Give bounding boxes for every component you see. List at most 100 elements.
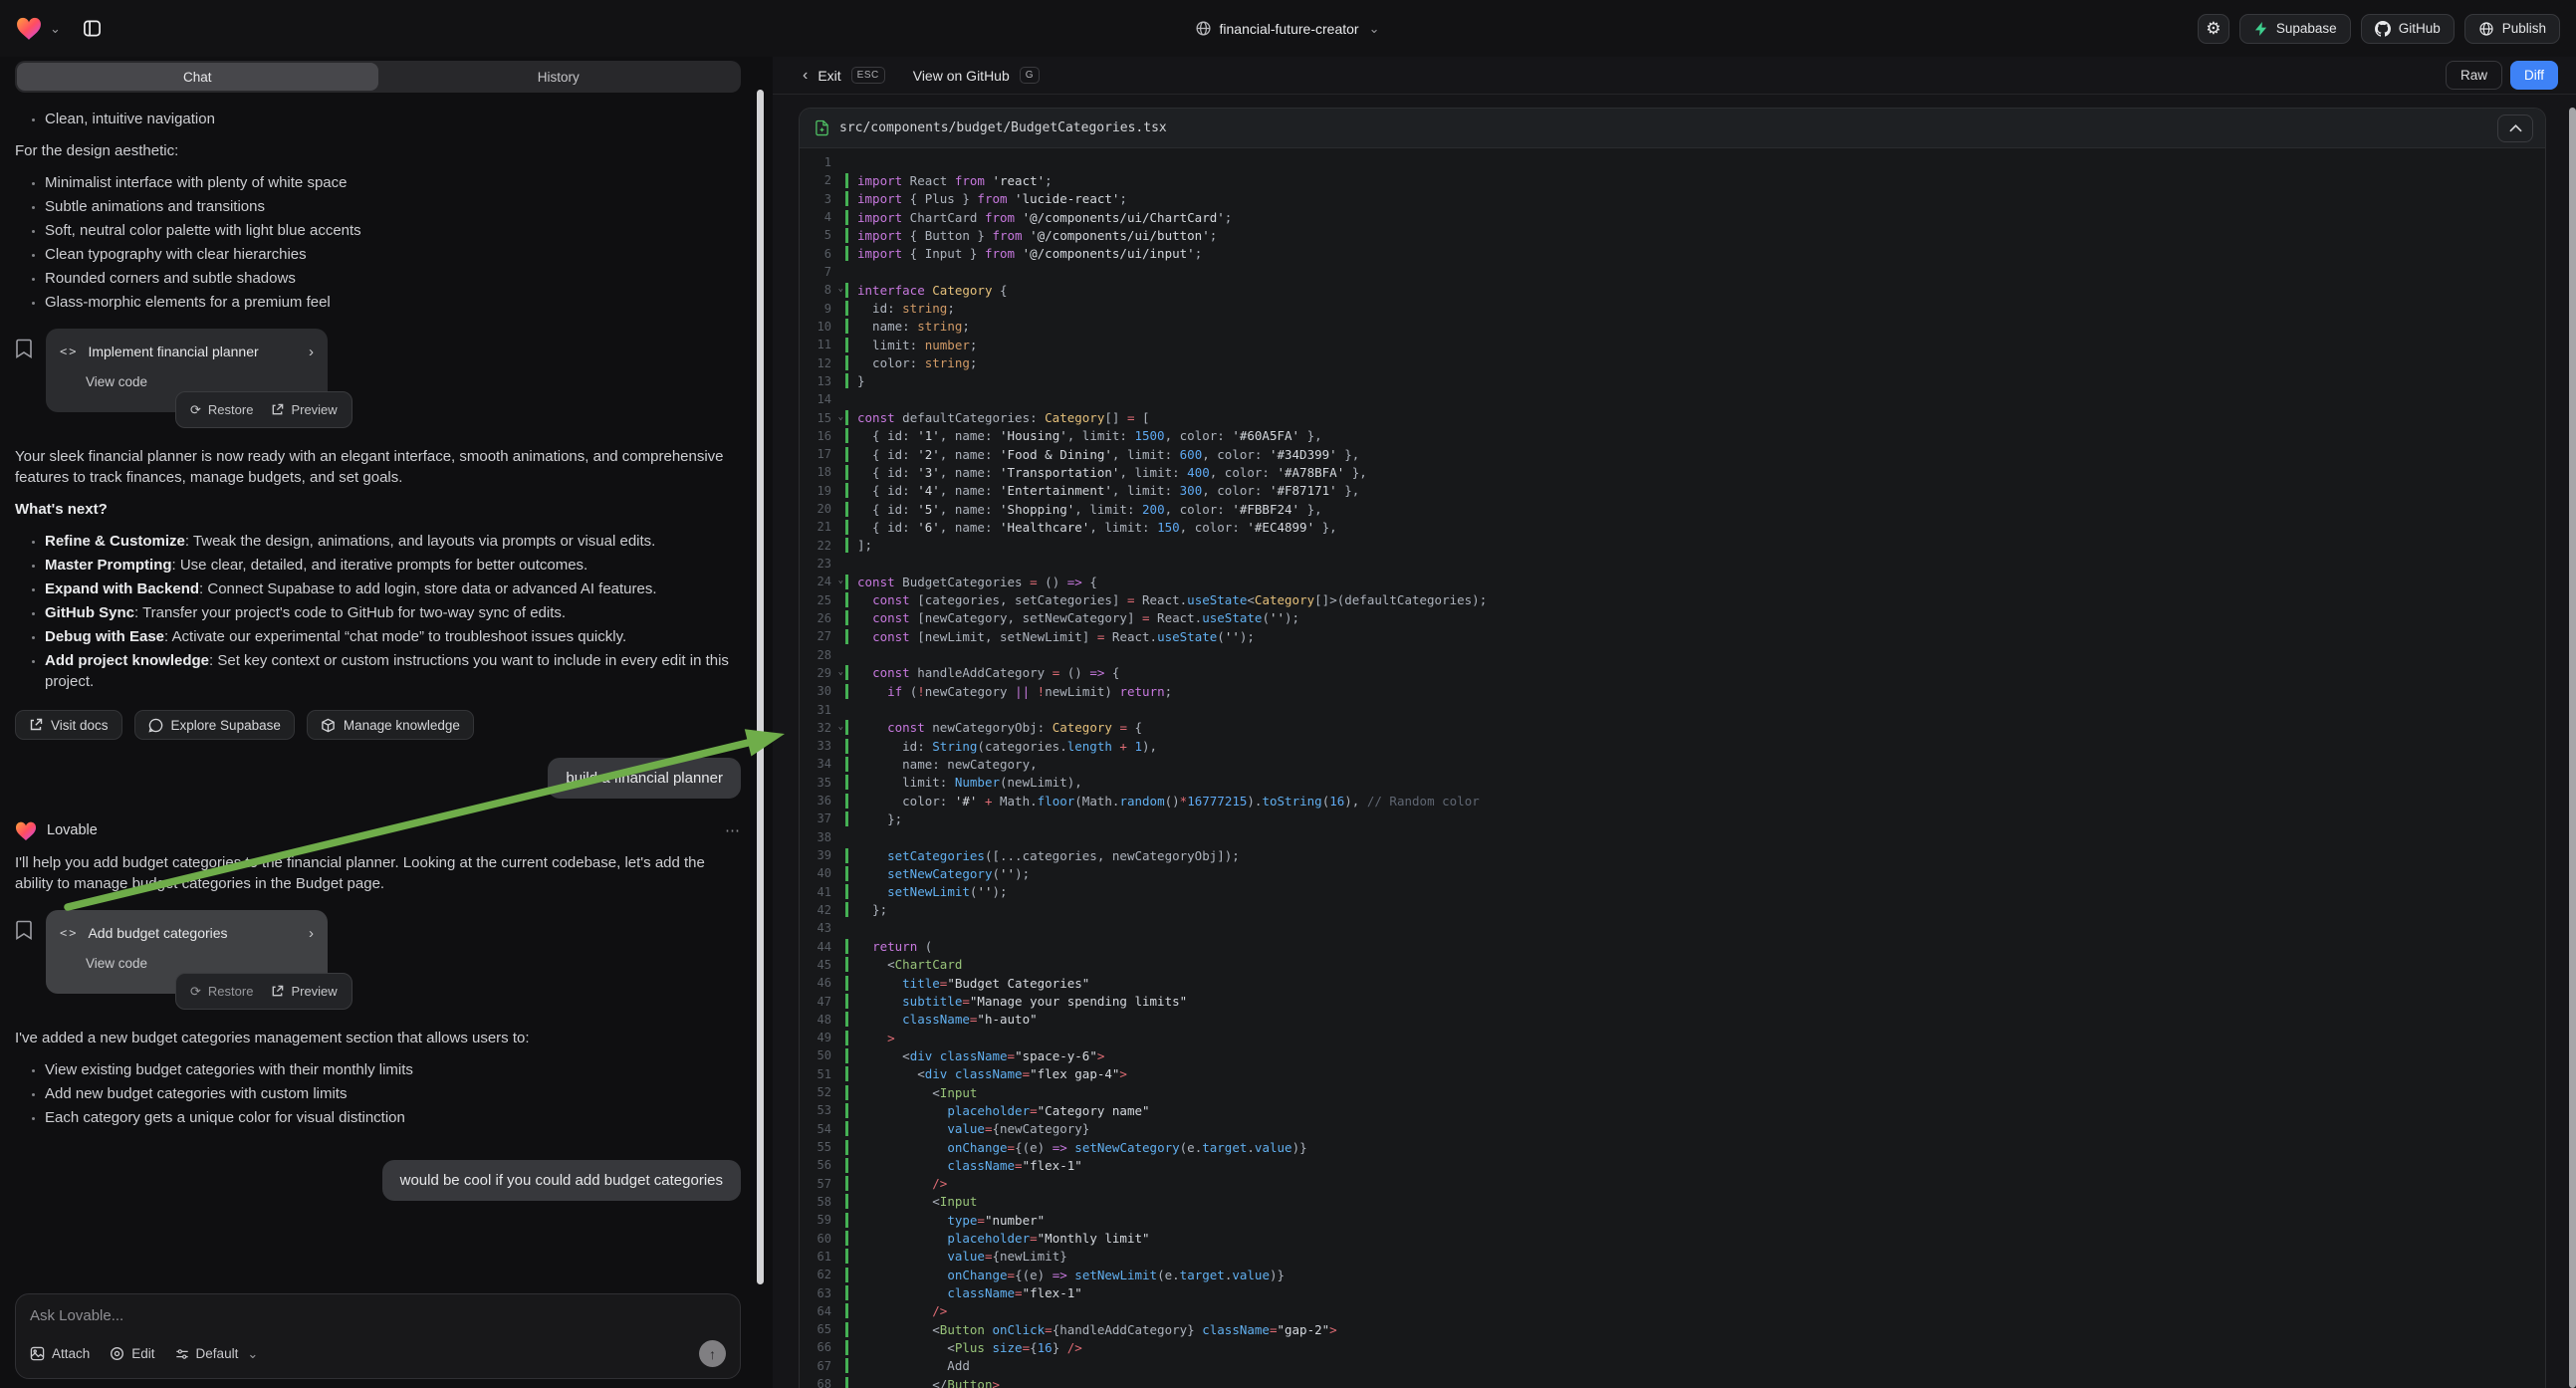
github-button[interactable]: GitHub [2361, 14, 2455, 44]
code-line-content: const [newLimit, setNewLimit] = React.us… [845, 629, 2545, 644]
lovable-logo-icon[interactable] [16, 17, 42, 41]
globe-icon [1195, 20, 1212, 37]
github-label: GitHub [2399, 21, 2441, 36]
list-item: Subtle animations and transitions [45, 196, 741, 217]
version-card-add-budget-categories[interactable]: <> Add budget categories › View code ⟳ R… [46, 910, 328, 994]
code-lines[interactable]: 12import React from 'react';3import { Pl… [800, 148, 2545, 1388]
line-number: 52 [800, 1085, 845, 1099]
publish-button[interactable]: Publish [2464, 14, 2560, 44]
file-header[interactable]: src/components/budget/BudgetCategories.t… [800, 109, 2545, 148]
view-on-github-link[interactable]: View on GitHub [913, 68, 1010, 84]
restore-label: Restore [208, 981, 254, 1002]
code-line-content: const handleAddCategory = () => { [845, 665, 2545, 680]
edit-button[interactable]: Edit [110, 1346, 154, 1361]
panel-resize-handle[interactable] [757, 90, 764, 1284]
diff-file-card: src/components/budget/BudgetCategories.t… [799, 108, 2546, 1388]
raw-diff-toggle: Raw Diff [2446, 61, 2558, 90]
code-line: 12 color: string; [800, 353, 2545, 371]
code-line-content: import { Button } from '@/components/ui/… [845, 228, 2545, 243]
code-line-content: Add [845, 1358, 2545, 1373]
line-number: 5 [800, 228, 845, 242]
line-number: 29⌄ [800, 666, 845, 680]
view-code-link[interactable]: View code [86, 953, 314, 974]
list-item: Soft, neutral color palette with light b… [45, 220, 741, 241]
explore-supabase-button[interactable]: Explore Supabase [134, 710, 295, 740]
line-number: 55 [800, 1140, 845, 1154]
raw-button[interactable]: Raw [2446, 61, 2502, 90]
chevron-left-icon[interactable]: ‹ [803, 67, 808, 85]
line-number: 7 [800, 265, 845, 279]
code-line: 68 </Button> [800, 1375, 2545, 1388]
bookmark-icon[interactable] [15, 339, 33, 358]
chevron-up-icon [2509, 124, 2522, 132]
exit-button[interactable]: Exit [818, 68, 840, 84]
code-line-content: <div className="flex gap-4"> [845, 1066, 2545, 1081]
diff-button[interactable]: Diff [2510, 61, 2558, 90]
code-line-content: > [845, 1031, 2545, 1045]
user-message-row: would be cool if you could add budget ca… [15, 1160, 741, 1201]
send-button[interactable]: ↑ [699, 1340, 726, 1367]
fold-chevron-icon[interactable]: ⌄ [838, 412, 843, 422]
line-number: 65 [800, 1322, 845, 1336]
chat-message-list[interactable]: Clean, intuitive navigation For the desi… [15, 93, 741, 1287]
code-line: 63 className="flex-1" [800, 1283, 2545, 1301]
restore-button[interactable]: ⟳ Restore [190, 981, 253, 1002]
view-code-link[interactable]: View code [86, 371, 314, 392]
gear-icon: ⚙ [2206, 19, 2221, 39]
preview-button[interactable]: Preview [271, 399, 337, 420]
line-number: 42 [800, 903, 845, 917]
line-number: 40 [800, 866, 845, 880]
visit-docs-button[interactable]: Visit docs [15, 710, 122, 740]
tab-chat[interactable]: Chat [17, 63, 378, 91]
attach-button[interactable]: Attach [30, 1346, 90, 1361]
fold-chevron-icon[interactable]: ⌄ [838, 722, 843, 732]
code-line-content: const [categories, setCategories] = Reac… [845, 592, 2545, 607]
mode-selector[interactable]: Default ⌄ [175, 1346, 261, 1361]
collapse-file-button[interactable] [2497, 115, 2533, 142]
list-item: Rounded corners and subtle shadows [45, 268, 741, 289]
line-number: 19 [800, 484, 845, 498]
code-line-content: }; [845, 811, 2545, 826]
fold-chevron-icon[interactable]: ⌄ [838, 576, 843, 585]
settings-button[interactable]: ⚙ [2198, 14, 2229, 44]
code-icon: <> [60, 342, 78, 362]
chat-input[interactable] [30, 1307, 726, 1324]
window-scrollbar[interactable] [2569, 108, 2576, 1388]
line-number: 30 [800, 684, 845, 698]
line-number: 13 [800, 374, 845, 388]
line-number: 34 [800, 757, 845, 771]
list-item: Master Prompting: Use clear, detailed, a… [45, 555, 741, 576]
list-item: GitHub Sync: Transfer your project's cod… [45, 602, 741, 623]
chat-panel: Chat History Clean, intuitive navigation… [0, 57, 755, 1388]
logo-chevron-down-icon[interactable]: ⌄ [48, 22, 63, 35]
code-line: 2import React from 'react'; [800, 171, 2545, 189]
manage-knowledge-button[interactable]: Manage knowledge [307, 710, 474, 740]
code-line-content: limit: number; [845, 338, 2545, 352]
supabase-button[interactable]: Supabase [2239, 14, 2351, 44]
sliders-icon [175, 1347, 189, 1361]
code-line-content: setCategories([...categories, newCategor… [845, 848, 2545, 863]
code-line: 58 <Input [800, 1193, 2545, 1211]
code-line: 18 { id: '3', name: 'Transportation', li… [800, 463, 2545, 481]
restore-button[interactable]: ⟳ Restore [190, 399, 253, 420]
version-card-implement-financial-planner[interactable]: <> Implement financial planner › View co… [46, 329, 328, 412]
list-item: Minimalist interface with plenty of whit… [45, 172, 741, 193]
line-number: 2 [800, 173, 845, 187]
list-item-lead: Debug with Ease [45, 628, 164, 645]
code-line-content: { id: '6', name: 'Healthcare', limit: 15… [845, 520, 2545, 535]
project-switcher[interactable]: financial-future-creator ⌄ [1195, 0, 1382, 57]
bookmark-icon[interactable] [15, 920, 33, 940]
fold-chevron-icon[interactable]: ⌄ [838, 667, 843, 677]
preview-button[interactable]: Preview [271, 981, 337, 1002]
more-options-icon[interactable]: ⋯ [725, 820, 741, 841]
code-line: 23 [800, 555, 2545, 573]
line-number: 18 [800, 465, 845, 479]
code-line-content: const defaultCategories: Category[] = [ [845, 410, 2545, 425]
toggle-sidebar-button[interactable] [77, 13, 109, 45]
line-number: 60 [800, 1232, 845, 1246]
line-number: 58 [800, 1195, 845, 1209]
chip-label: Explore Supabase [171, 718, 281, 733]
tab-history[interactable]: History [378, 63, 740, 91]
line-number: 43 [800, 921, 845, 935]
fold-chevron-icon[interactable]: ⌄ [838, 284, 843, 294]
